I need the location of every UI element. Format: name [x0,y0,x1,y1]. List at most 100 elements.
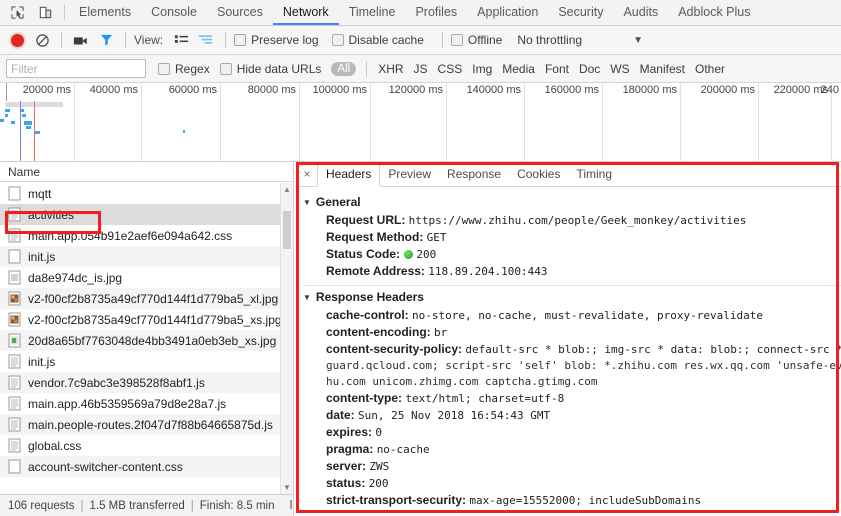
tab-sources[interactable]: Sources [207,0,273,25]
preserve-log-checkbox[interactable]: Preserve log [234,33,319,47]
general-section-header[interactable]: ▼ General [303,195,841,209]
close-icon[interactable]: × [297,162,317,186]
timeline-tick: 20000 ms [23,83,75,161]
type-filter-img[interactable]: Img [468,62,496,76]
request-list-scrollbar[interactable]: ▲ ▼ [280,183,293,494]
table-row[interactable]: activities [0,204,293,225]
overview-bar [35,131,40,134]
table-row[interactable]: init.js [0,351,293,372]
tab-timeline[interactable]: Timeline [339,0,406,25]
inspect-element-icon[interactable] [4,1,30,25]
header-value: no-store, no-cache, must-revalidate, pro… [412,309,764,322]
table-row[interactable]: main.people-routes.2f047d7f88b64665875d.… [0,414,293,435]
dtab-label: Response [447,167,502,181]
table-row[interactable]: init.js [0,246,293,267]
request-name: account-switcher-content.css [28,459,183,474]
table-row[interactable]: vendor.7c9abc3e398528f8abf1.js [0,372,293,393]
request-rows[interactable]: mqtt activities main.app.054b91e2aef6e094a… [0,183,293,494]
offline-checkbox[interactable]: Offline [450,33,502,47]
type-filter-manifest[interactable]: Manifest [636,62,689,76]
overview-bar [26,126,31,129]
scrollbar-thumb[interactable] [283,211,291,249]
type-filter-xhr[interactable]: XHR [374,62,407,76]
table-row[interactable]: v2-f00cf2b8735a49cf770d144f1d779ba5_xs.j… [0,309,293,330]
type-filter-doc[interactable]: Doc [575,62,604,76]
table-row[interactable]: account-switcher-content.css [0,456,293,477]
header-value: Sun, 25 Nov 2018 16:54:43 GMT [358,409,551,422]
dtab-label: Timing [576,167,613,181]
request-name: activities [28,207,75,222]
checkbox-box [450,34,463,46]
overview-bar [24,121,32,125]
type-filter-all[interactable]: All [331,61,357,76]
tick-label: 80000 ms [247,84,296,96]
table-row[interactable]: da8e974dc_is.jpg [0,267,293,288]
record-button[interactable] [6,29,28,51]
header-row: Request URL: https://www.zhihu.com/peopl… [303,212,841,229]
header-value: https://www.zhihu.com/people/Geek_monkey… [408,214,747,227]
record-icon [10,33,24,47]
response-headers-section-header[interactable]: ▼ Response Headers [303,290,841,304]
table-row[interactable]: main.app.054b91e2aef6e094a642.css [0,225,293,246]
header-value-continuation: hu.com unicom.zhimg.com captcha.gtimg.co… [326,375,598,388]
tab-label: Timeline [348,4,396,19]
request-details-pane: × Headers Preview Response Cookies Timin… [295,162,841,516]
network-overview-timeline[interactable]: 20000 ms 40000 ms 60000 ms 80000 ms 1000… [0,83,841,162]
list-view-button[interactable] [170,29,192,51]
table-row[interactable]: main.app.46b5359569a79d8e28a7.js [0,393,293,414]
column-header-name[interactable]: Name [0,162,293,182]
request-name: main.app.054b91e2aef6e094a642.css [28,228,233,243]
timeline-tick [6,83,7,101]
header-key: Request Method: [326,230,427,244]
capture-screenshots-button[interactable] [70,29,92,51]
table-row[interactable]: 20d8a65bf7763048de4bb3491a0eb3eb_xs.jpg [0,330,293,351]
tab-profiles[interactable]: Profiles [405,0,467,25]
search-input[interactable] [6,59,146,78]
tab-cookies[interactable]: Cookies [509,162,568,186]
tab-network[interactable]: Network [272,0,339,25]
waterfall-view-button[interactable] [195,29,217,51]
device-toolbar-icon[interactable] [32,1,58,25]
tab-adblock-plus[interactable]: Adblock Plus [668,0,760,25]
clear-button[interactable] [31,29,53,51]
type-filter-js[interactable]: JS [410,62,432,76]
document-icon [8,207,21,222]
timeline-tick: 120000 ms [389,83,447,161]
scroll-down-arrow-icon[interactable]: ▼ [281,481,293,494]
header-key: cache-control: [326,308,413,322]
tick-label: 120000 ms [388,84,443,96]
tab-response[interactable]: Response [439,162,509,186]
throttling-value[interactable]: No throttling [517,33,582,47]
header-value: default-src * blob:; img-src * data: blo… [465,343,841,356]
filter-toggle-button[interactable] [95,29,117,51]
hide-data-urls-checkbox[interactable]: Hide data URLs [219,62,321,76]
tab-elements[interactable]: Elements [69,0,141,25]
type-filter-ws[interactable]: WS [606,62,633,76]
dtab-label: Headers [326,167,372,181]
type-filter-media[interactable]: Media [498,62,539,76]
headers-content: ▼ General Request URL: https://www.zhihu… [295,188,841,516]
chevron-down-icon[interactable]: ▼ [633,35,643,46]
type-filter-other[interactable]: Other [691,62,729,76]
column-header-label: Name [8,164,41,179]
tab-security[interactable]: Security [548,0,613,25]
tab-audits[interactable]: Audits [613,0,668,25]
table-row[interactable]: v2-f00cf2b8735a49cf770d144f1d779ba5_xl.j… [0,288,293,309]
disable-cache-checkbox[interactable]: Disable cache [331,33,424,47]
tab-preview[interactable]: Preview [380,162,439,186]
table-row[interactable]: global.css [0,435,293,456]
tab-timing[interactable]: Timing [568,162,620,186]
tick-label: 60000 ms [168,84,217,96]
image-gray-icon [8,270,21,285]
type-filter-font[interactable]: Font [541,62,573,76]
type-filter-css[interactable]: CSS [434,62,467,76]
scroll-up-arrow-icon[interactable]: ▲ [281,183,293,196]
request-count: 106 requests [8,499,75,512]
tab-application[interactable]: Application [467,0,548,25]
list-view-icon [174,35,188,43]
tab-headers[interactable]: Headers [317,162,381,187]
regex-checkbox[interactable]: Regex [158,62,210,76]
table-row[interactable]: mqtt [0,183,293,204]
clear-icon [35,33,49,47]
tab-console[interactable]: Console [141,0,207,25]
